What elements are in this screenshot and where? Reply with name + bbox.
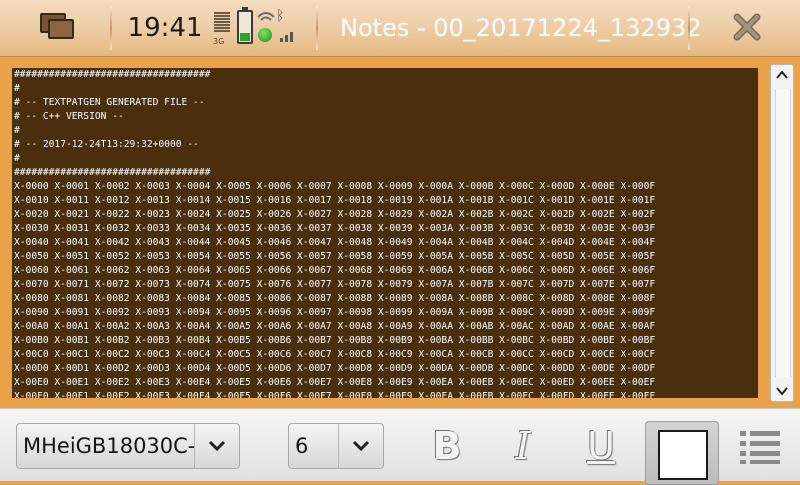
separator — [110, 6, 112, 50]
window-title: Notes - 00_20171224_132932 — [340, 14, 702, 42]
close-button[interactable] — [690, 0, 800, 56]
battery-icon — [237, 7, 253, 44]
chevron-up-icon — [776, 70, 788, 79]
chevron-down-icon — [776, 387, 788, 396]
scroll-up-button[interactable] — [771, 65, 793, 85]
scroll-track[interactable] — [775, 89, 791, 377]
document-text[interactable]: ################################## # # -… — [12, 68, 758, 398]
color-swatch — [658, 430, 708, 480]
font-size-value: 6 — [295, 434, 309, 458]
status-clock: 19:41 — [127, 13, 203, 43]
menu-icon — [740, 431, 780, 464]
menu-button[interactable] — [736, 427, 784, 467]
title-bar: 19:41 3G ᛒ Notes - 00_20171224_132932 — [0, 0, 800, 57]
font-family-value: MHeiGB18030C-M — [23, 434, 195, 458]
network-type-label: 3G — [213, 37, 225, 46]
task-switcher-button[interactable] — [0, 0, 110, 56]
volume-level-icon — [280, 32, 294, 42]
text-color-button[interactable] — [645, 421, 719, 485]
font-family-select[interactable]: MHeiGB18030C-M — [16, 423, 240, 469]
chevron-down-icon — [208, 440, 226, 452]
font-size-dropdown-button[interactable] — [338, 424, 383, 468]
close-icon — [733, 13, 761, 41]
formatting-toolbar: MHeiGB18030C-M 6 B I U — [0, 408, 800, 485]
status-indicators[interactable]: 3G ᛒ — [210, 7, 300, 48]
bold-icon: B — [432, 424, 462, 468]
separator — [316, 6, 318, 50]
wifi-icon — [257, 12, 275, 21]
text-editor-area[interactable]: ################################## # # -… — [12, 68, 758, 398]
font-family-dropdown-button[interactable] — [194, 424, 239, 468]
bluetooth-icon: ᛒ — [276, 8, 285, 24]
scroll-down-button[interactable] — [771, 381, 793, 401]
italic-icon: I — [515, 424, 531, 468]
underline-button[interactable]: U — [578, 423, 624, 469]
vertical-scrollbar[interactable] — [770, 64, 794, 402]
bold-button[interactable]: B — [424, 423, 470, 469]
italic-button[interactable]: I — [500, 423, 546, 469]
online-status-icon — [258, 28, 272, 42]
chevron-down-icon — [352, 440, 370, 452]
underline-icon: U — [587, 424, 615, 468]
font-size-select[interactable]: 6 — [288, 423, 384, 469]
signal-strength-icon — [214, 12, 230, 36]
